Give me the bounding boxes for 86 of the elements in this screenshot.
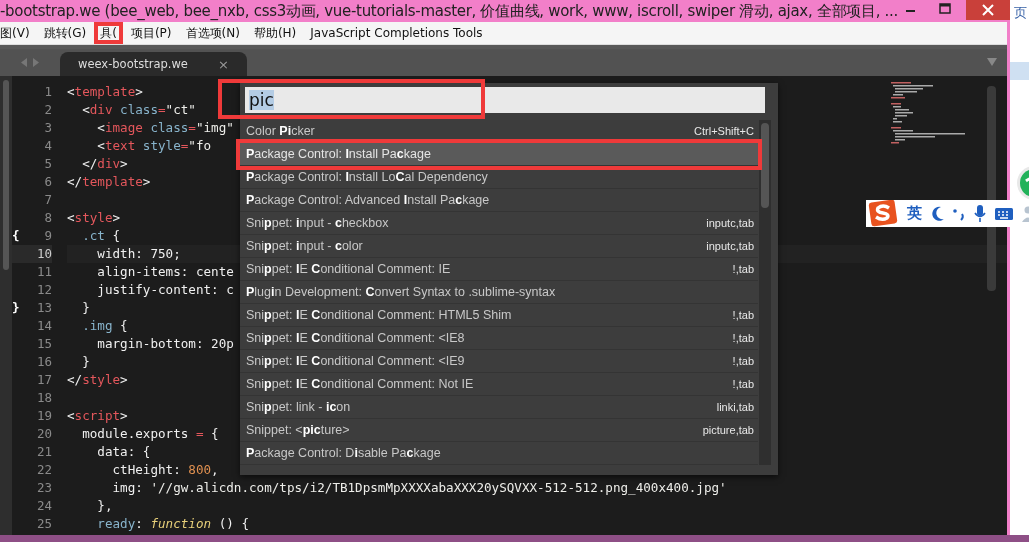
code-line: module.exports = { xyxy=(81,426,219,441)
s-logo-icon[interactable] xyxy=(868,200,900,227)
line-number: 5 xyxy=(44,156,52,171)
bracket-marker: { xyxy=(12,228,20,243)
command-item[interactable]: Snippet: link - icon linki,tab xyxy=(240,396,758,419)
line-number: 24 xyxy=(36,498,52,513)
window-title: -bootstrap.we (bee_web, bee_nxb, css3动画, vue-tutorials-master, 价值曲线, work, www, iscroll, swiper 滑动, ajax, 全部项目, ... xyxy=(0,1,898,21)
menu-item[interactable]: 跳转(G) xyxy=(37,22,93,44)
command-item[interactable]: Package Control: Disable Package xyxy=(240,442,758,465)
line-number: 20 xyxy=(36,426,52,441)
code-line: }, xyxy=(96,498,113,513)
command-item[interactable]: Snippet: <picture> picture,tab xyxy=(240,419,758,442)
scroll-thumb[interactable] xyxy=(3,80,9,270)
line-number: 2 xyxy=(44,102,52,117)
line-number: 9 xyxy=(44,228,52,243)
line-number: 16 xyxy=(36,354,52,369)
code-line: width: 750; xyxy=(96,246,181,261)
line-number: 17 xyxy=(36,372,52,387)
code-line: margin-bottom: 20p xyxy=(96,336,234,351)
code-line: <template> xyxy=(67,84,143,99)
code-line: <text style="fo xyxy=(96,138,212,153)
line-number: 14 xyxy=(36,318,52,333)
keyboard-icon[interactable] xyxy=(994,205,1014,222)
line-number: 12 xyxy=(36,282,52,297)
close-icon xyxy=(982,4,994,16)
code-line: <image class="img" xyxy=(96,120,234,135)
background-window-text: 页 xyxy=(1014,4,1027,22)
line-number: 19 xyxy=(36,408,52,423)
code-line: <script> xyxy=(67,408,128,423)
menu-item[interactable]: 帮助(H) xyxy=(247,22,303,44)
menu-item[interactable]: JavaScript Completions Tools xyxy=(304,22,489,44)
line-number: 10 xyxy=(36,246,52,261)
microphone-icon[interactable] xyxy=(973,203,987,224)
menu-item[interactable]: 项目(P) xyxy=(124,22,178,44)
command-item[interactable]: Package Control: Advanced Install Package xyxy=(240,189,758,212)
bracket-marker: } xyxy=(12,300,20,315)
line-number: 3 xyxy=(44,120,52,135)
code-line: data: { xyxy=(96,444,151,459)
code-line: .img { xyxy=(81,318,128,333)
command-item[interactable]: Snippet: input - checkbox inputc,tab xyxy=(240,212,758,235)
menu-item[interactable]: 图(V) xyxy=(0,22,36,44)
close-button[interactable] xyxy=(966,0,1010,20)
code-line: <div class="ct" xyxy=(81,102,196,117)
line-number: 6 xyxy=(44,174,52,189)
line-number: 1 xyxy=(44,84,52,99)
code-line: </div> xyxy=(81,156,128,171)
line-number: 4 xyxy=(44,138,52,153)
line-number: 22 xyxy=(36,462,52,477)
background-window-band xyxy=(1010,62,1029,80)
code-line: justify-content: c xyxy=(96,282,234,297)
code-line: <style> xyxy=(67,210,121,225)
code-line: ctHeight: 800, xyxy=(111,462,219,477)
line-number: 8 xyxy=(44,210,52,225)
minimap-drawing[interactable] xyxy=(888,82,968,144)
line-number: 15 xyxy=(36,336,52,351)
editor-tab[interactable]: weex-bootstrap.we × xyxy=(60,52,247,76)
scroll-track[interactable] xyxy=(0,76,12,535)
line-number: 18 xyxy=(36,390,52,405)
code-line: img: '//gw.alicdn.com/tps/i2/TB1DpsmMpXXXXabaXXX20ySQVXX-512-512.png_400x400.jpg' xyxy=(111,480,727,495)
code-line: } xyxy=(81,300,90,315)
tab-close-button[interactable]: × xyxy=(217,56,229,72)
scroll-thumb[interactable] xyxy=(761,123,769,208)
menu-item[interactable]: 首选项(N) xyxy=(179,22,246,44)
command-item[interactable]: Snippet: IE Conditional Comment: Not IE !,tab xyxy=(240,373,758,396)
line-number: 7 xyxy=(44,192,52,207)
command-item[interactable]: Package Control: Install LoCal Dependency xyxy=(240,166,758,189)
code-line: align-items: cente xyxy=(96,264,234,279)
command-item[interactable]: Snippet: input - color inputc,tab xyxy=(240,235,758,258)
line-number: 11 xyxy=(36,264,52,279)
code-line: ready: function () { xyxy=(96,516,249,531)
command-item[interactable]: Plugin Development: Convert Syntax to .sublime-syntax xyxy=(240,281,758,304)
line-number: 25 xyxy=(36,516,52,531)
code-line: } xyxy=(81,354,90,369)
code-line: </template> xyxy=(67,174,151,189)
line-number: 21 xyxy=(36,444,52,459)
input-mode-toggle[interactable]: 英 xyxy=(907,204,922,223)
line-number: 13 xyxy=(36,300,52,315)
command-item[interactable]: Snippet: IE Conditional Comment: HTML5 Shim !,tab xyxy=(240,304,758,327)
search-field[interactable]: pic xyxy=(245,87,765,113)
code-line: </style> xyxy=(67,372,128,387)
line-number: 23 xyxy=(36,480,52,495)
command-item[interactable]: Snippet: IE Conditional Comment: IE !,tab xyxy=(240,258,758,281)
command-item[interactable]: Snippet: IE Conditional Comment: <IE8 !,tab xyxy=(240,327,758,350)
moon-icon[interactable] xyxy=(929,204,945,223)
code-line: .ct { xyxy=(81,228,121,243)
command-item[interactable]: Snippet: IE Conditional Comment: <IE9 !,tab xyxy=(240,350,758,373)
